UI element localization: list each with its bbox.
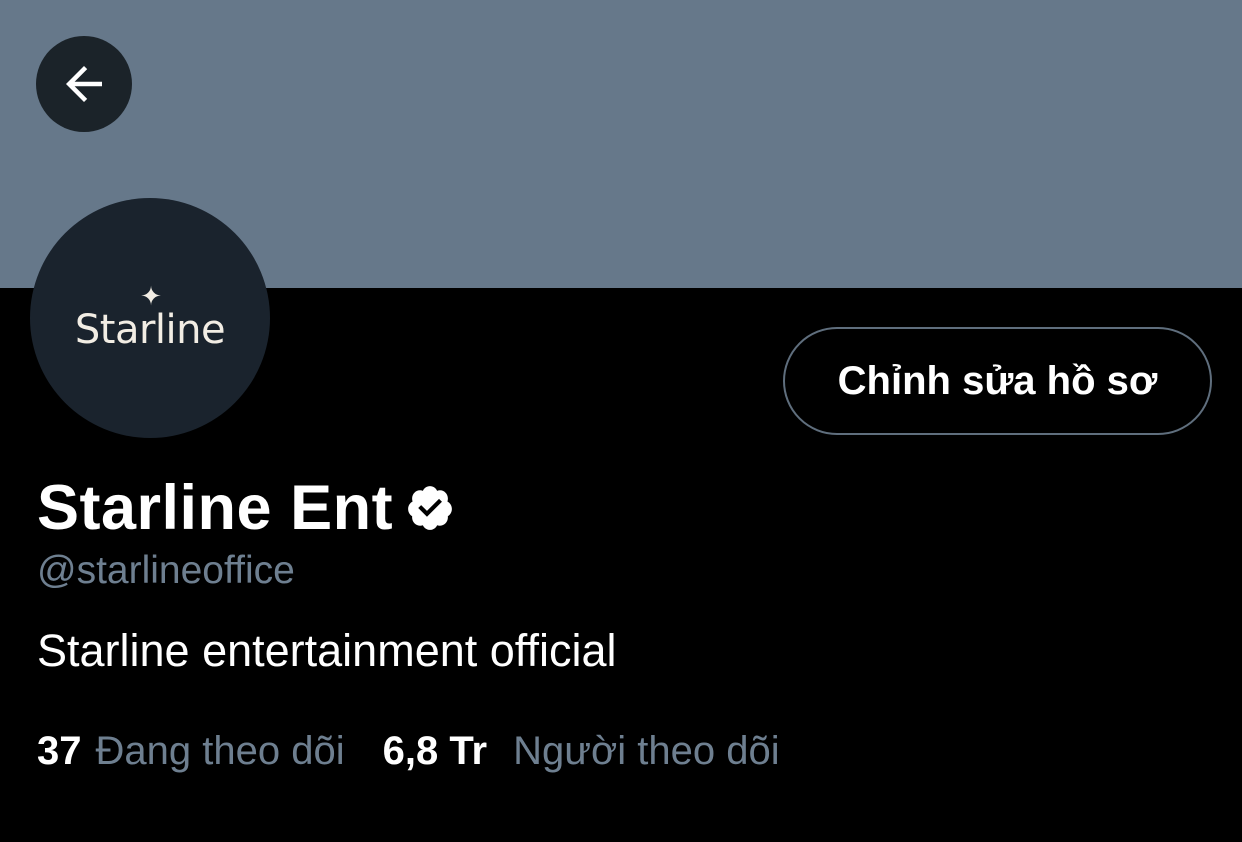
profile-handle: @starlineoffice <box>37 549 295 592</box>
profile-page: ✦ Starline Chỉnh sửa hồ sơ Starline Ent … <box>0 0 1242 842</box>
edit-profile-button[interactable]: Chỉnh sửa hồ sơ <box>783 327 1212 435</box>
back-button[interactable] <box>36 36 132 132</box>
verified-badge-icon <box>405 483 455 538</box>
following-stat-link[interactable]: 37 Đang theo dõi <box>37 726 345 776</box>
followers-label: Người theo dõi <box>513 729 780 773</box>
display-name-row: Starline Ent <box>37 470 455 546</box>
avatar-wordmark: Starline <box>74 307 226 353</box>
following-count: 37 <box>37 729 82 773</box>
following-label: Đang theo dõi <box>95 729 345 773</box>
display-name: Starline Ent <box>37 473 394 543</box>
followers-stat-link[interactable]: 6,8 Tr Người theo dõi <box>383 726 780 776</box>
profile-bio: Starline entertainment official <box>37 625 617 676</box>
profile-avatar[interactable]: ✦ Starline <box>30 198 270 438</box>
followers-count: 6,8 Tr <box>382 729 488 773</box>
profile-stats: 37 Đang theo dõi 6,8 Tr Người theo dõi <box>37 726 780 776</box>
arrow-left-icon <box>57 57 111 111</box>
